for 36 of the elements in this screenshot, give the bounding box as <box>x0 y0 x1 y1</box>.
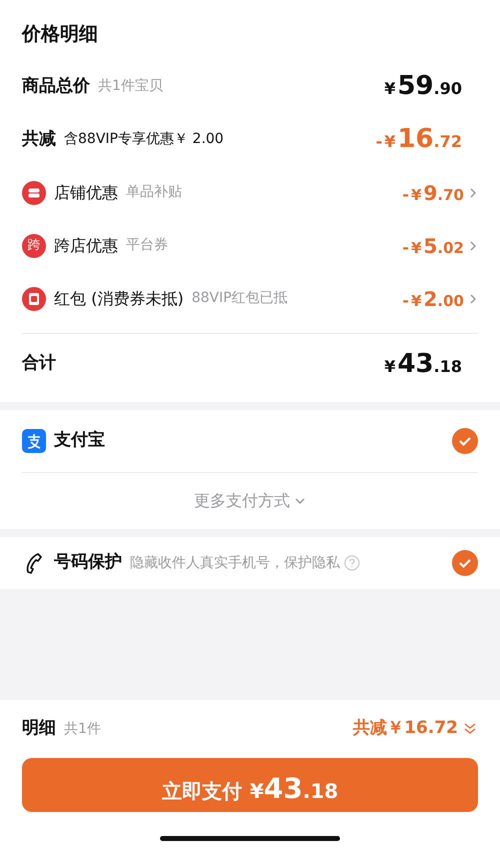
saving-text: 共减￥16.72 <box>353 717 458 740</box>
discount-label: 跨店优惠 <box>54 234 118 256</box>
discount-label: 红包 (消费券未抵) <box>54 288 184 310</box>
row-label: 商品总价 <box>22 74 90 98</box>
chevron-icon <box>468 186 478 200</box>
row-note: 含88VIP专享优惠￥ 2.00 <box>64 130 224 149</box>
footer-label: 明细 <box>22 717 56 740</box>
section-title: 价格明细 <box>22 22 98 47</box>
chevron-icon <box>468 292 478 306</box>
payment-method-label[interactable]: 支付宝 <box>54 428 105 454</box>
price-text: -¥16.72 <box>376 123 462 156</box>
discount-amount: -¥2.00 <box>402 286 464 312</box>
row-label: 共减 <box>22 128 56 151</box>
shop-icon <box>22 180 46 204</box>
total-label: 合计 <box>22 352 56 376</box>
cross-store-icon: 跨 <box>22 234 46 258</box>
item-count: 共1件 <box>64 720 101 738</box>
row-note: 共1件宝贝 <box>98 77 163 96</box>
checkmark-icon[interactable] <box>452 428 478 454</box>
feature-note: 隐藏收件人真实手机号，保护隐私 <box>130 554 340 572</box>
more-payment-link[interactable]: 更多支付方式 <box>194 489 306 513</box>
feature-label: 号码保护 <box>54 551 122 574</box>
total-price: ¥43.18 <box>383 348 462 380</box>
payment-app-icon <box>22 429 46 453</box>
discount-amount: -¥5.02 <box>402 232 464 260</box>
envelope-icon <box>22 286 46 310</box>
discount-amount: -¥9.70 <box>402 180 464 206</box>
discount-note: 平台券 <box>126 236 168 255</box>
pay-button[interactable]: 立即支付 ¥43.18 <box>22 758 478 812</box>
discount-note: 88VIP红包已抵 <box>192 289 288 308</box>
discount-label: 店铺优惠 <box>54 182 118 204</box>
chevron-down-icon <box>294 497 306 505</box>
discount-note: 单品补贴 <box>126 183 182 202</box>
price-text: ¥59.90 <box>383 70 462 103</box>
chevron-icon <box>468 238 478 252</box>
checkmark-icon[interactable] <box>452 550 478 576</box>
